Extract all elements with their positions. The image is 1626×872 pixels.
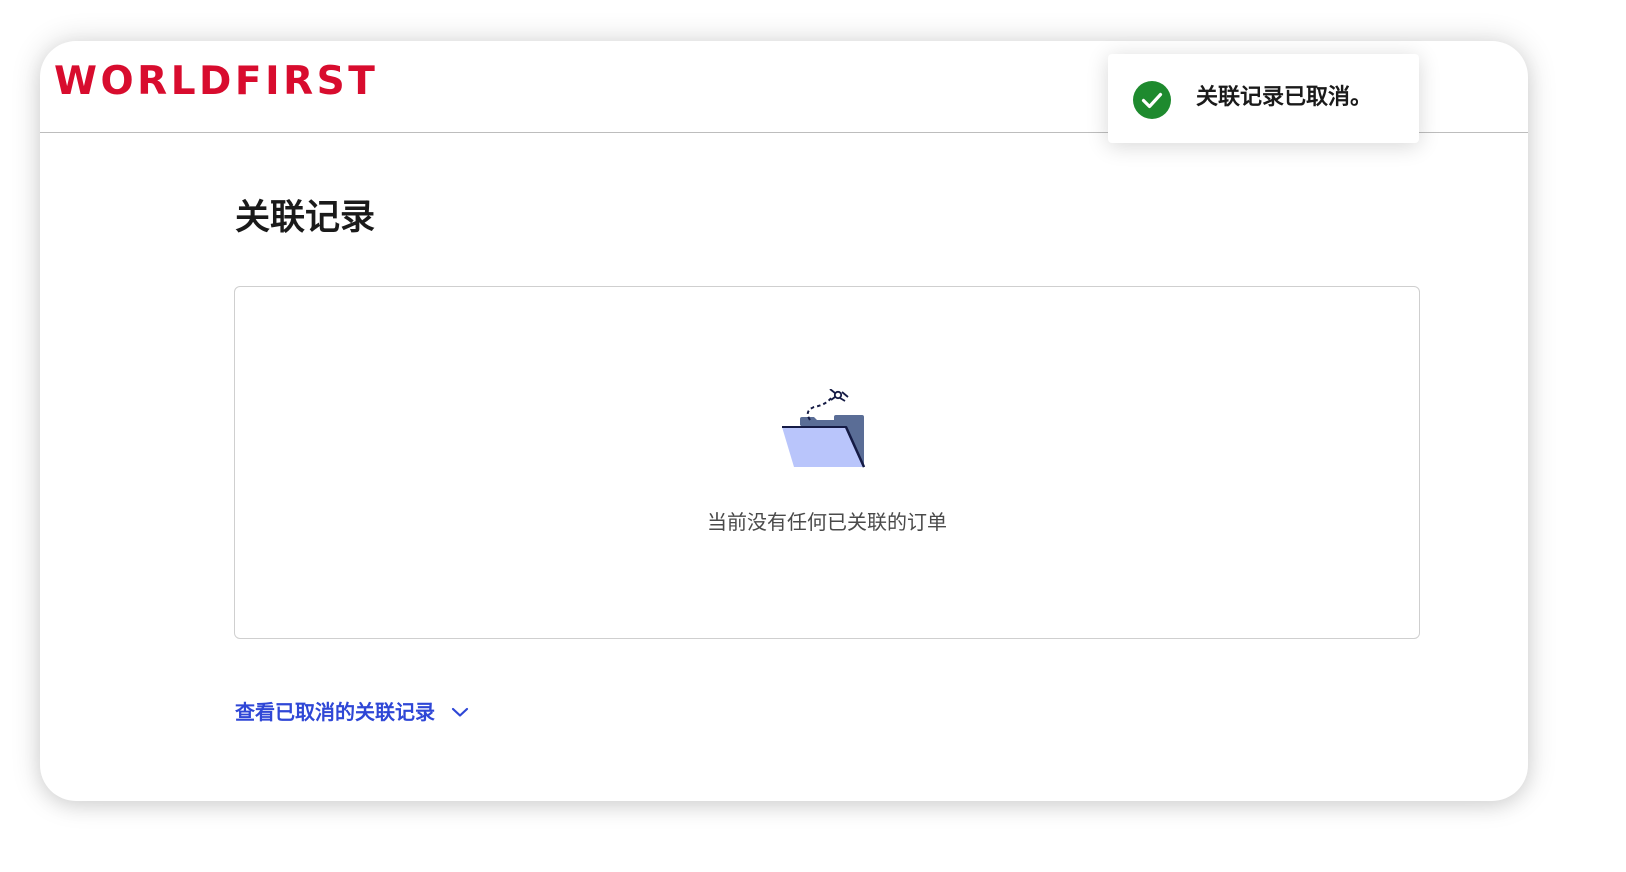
app-window: WORLDFIRST 关联记录 当前没有任何已关联的订单 查看已取消的关联记录 (40, 41, 1528, 801)
empty-state-message: 当前没有任何已关联的订单 (707, 510, 947, 534)
toast-message: 关联记录已取消。 (1196, 85, 1373, 110)
worldfirst-logo[interactable]: WORLDFIRST (54, 62, 378, 101)
empty-folder-icon (782, 389, 866, 468)
view-cancelled-records-link[interactable]: 查看已取消的关联记录 (235, 702, 469, 722)
chevron-down-icon[interactable] (451, 706, 469, 718)
check-circle-icon (1133, 81, 1171, 119)
page-title: 关联记录 (235, 198, 376, 238)
view-cancelled-records-label[interactable]: 查看已取消的关联记录 (235, 702, 435, 722)
success-toast: 关联记录已取消。 (1108, 54, 1419, 143)
records-panel: 当前没有任何已关联的订单 (234, 286, 1420, 639)
